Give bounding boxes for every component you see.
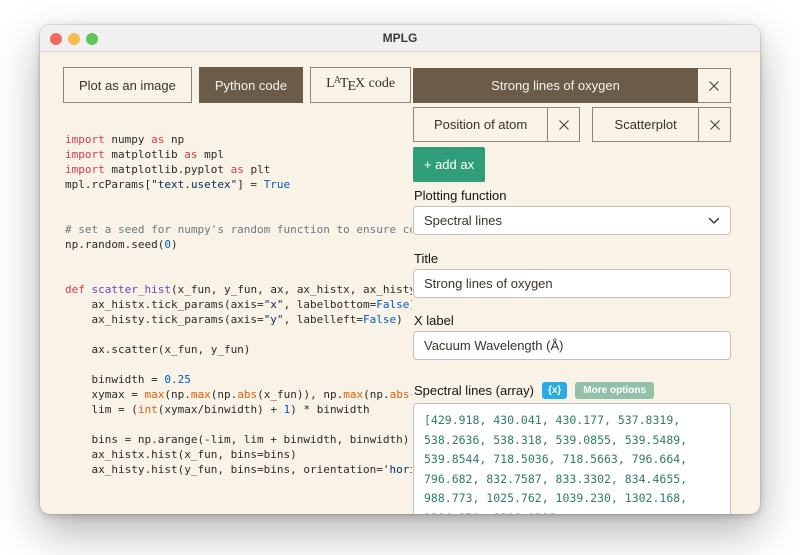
close-tab-strong-lines-button[interactable]: [698, 68, 731, 103]
tab-strong-lines-label: Strong lines of oxygen: [491, 78, 620, 93]
tab-scatterplot[interactable]: Scatterplot: [593, 108, 698, 141]
close-tab-scatterplot-button[interactable]: [698, 108, 730, 141]
plot-as-image-button[interactable]: Plot as an image: [63, 67, 192, 103]
tab-group-position-of-atom: Position of atom: [413, 107, 580, 142]
close-icon: [709, 119, 720, 130]
code-block: import numpy as np import matplotlib as …: [65, 133, 412, 476]
plotting-function-value: Spectral lines: [424, 213, 503, 228]
array-field-header: Spectral lines (array) {x} More options: [414, 381, 655, 400]
more-options-badge[interactable]: More options: [575, 382, 655, 399]
plotting-function-label: Plotting function: [414, 188, 507, 203]
close-icon: [558, 119, 569, 130]
latex-logo: LATEX code: [326, 75, 396, 94]
xlabel-input[interactable]: [413, 331, 731, 360]
titlebar: MPLG: [40, 25, 760, 52]
plot-as-image-label: Plot as an image: [79, 77, 176, 93]
chevron-down-icon: [708, 217, 720, 224]
add-ax-label: + add ax: [423, 157, 475, 172]
plotting-function-select[interactable]: Spectral lines: [413, 206, 731, 235]
tab-row-active: Strong lines of oxygen: [413, 68, 731, 103]
array-label: Spectral lines (array): [414, 383, 534, 398]
xlabel-label: X label: [414, 313, 454, 328]
close-tab-position-button[interactable]: [547, 108, 579, 141]
python-code-button[interactable]: Python code: [198, 67, 304, 103]
latex-code-button[interactable]: LATEX code: [310, 67, 412, 103]
app-window: MPLG Plot as an image Python code LATEX …: [40, 25, 760, 514]
window-title: MPLG: [382, 31, 418, 45]
tab-position-label: Position of atom: [433, 117, 528, 132]
close-icon: [709, 80, 719, 91]
title-label: Title: [414, 251, 439, 266]
python-code-label: Python code: [214, 77, 288, 93]
toolbar: Plot as an image Python code LATEX code: [63, 67, 412, 103]
add-ax-button[interactable]: + add ax: [413, 147, 485, 182]
array-input[interactable]: [429.918, 430.041, 430.177, 537.8319, 53…: [413, 403, 731, 514]
right-panel: Strong lines of oxygen Position of atom …: [413, 68, 731, 514]
fx-badge[interactable]: {x}: [541, 382, 568, 399]
tab-group-scatterplot: Scatterplot: [592, 107, 731, 142]
title-input[interactable]: [413, 269, 731, 298]
tab-position-of-atom[interactable]: Position of atom: [414, 108, 547, 141]
tab-scatterplot-label: Scatterplot: [614, 117, 677, 132]
tab-strong-lines-of-oxygen[interactable]: Strong lines of oxygen: [413, 68, 698, 103]
